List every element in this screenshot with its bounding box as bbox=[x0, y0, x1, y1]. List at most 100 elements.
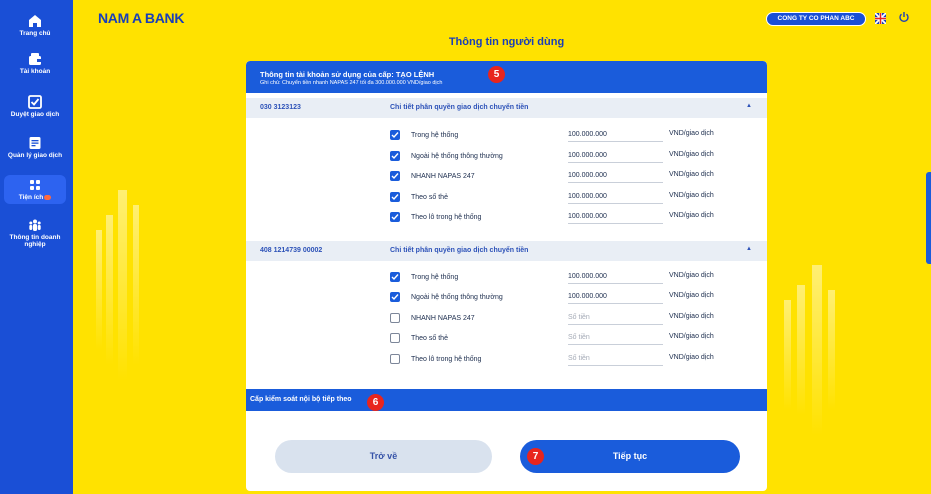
decor-bar bbox=[812, 265, 822, 435]
permission-checkbox[interactable] bbox=[390, 151, 400, 161]
sidebar-item-manage[interactable]: Quản lý giao dịch bbox=[4, 136, 66, 159]
account-detail-label: Chi tiết phân quyền giao dịch chuyển tiề… bbox=[390, 247, 529, 254]
amount-input[interactable]: 100.000.000 bbox=[568, 192, 663, 204]
uk-flag-icon[interactable] bbox=[875, 13, 886, 24]
continue-button[interactable]: Tiếp tục bbox=[520, 440, 740, 473]
sidebar-item-label: Trang chủ bbox=[19, 30, 51, 37]
page-title: Thông tin người dùng bbox=[448, 36, 565, 48]
decor-bar bbox=[96, 230, 102, 350]
account-header[interactable]: 408 1214739 00002 Chi tiết phân quyền gi… bbox=[246, 241, 767, 261]
next-control-level-header[interactable]: Cấp kiểm soát nội bộ tiếp theo bbox=[246, 389, 767, 411]
account-level-note: Ghi chú: Chuyển tiền nhanh NAPAS 247 tối… bbox=[260, 80, 443, 86]
unit-label: VND/giao dịch bbox=[669, 292, 714, 299]
home-icon bbox=[29, 15, 41, 27]
permission-checkbox[interactable] bbox=[390, 333, 400, 343]
permission-row: Theo số thẻ Số tiền VND/giao dịch bbox=[390, 331, 730, 347]
sidebar-item-label: Duyệt giao dịch bbox=[10, 111, 60, 118]
check-icon bbox=[391, 294, 399, 301]
permission-label: NHANH NAPAS 247 bbox=[411, 315, 475, 322]
permission-row: NHANH NAPAS 247 100.000.000 VND/giao dịc… bbox=[390, 169, 730, 185]
permission-label: Theo lô trong hệ thống bbox=[411, 214, 482, 221]
account-number: 408 1214739 00002 bbox=[260, 247, 323, 254]
company-selector[interactable]: CONG TY CO PHAN ABC bbox=[766, 12, 866, 26]
users-icon bbox=[29, 219, 41, 231]
unit-label: VND/giao dịch bbox=[669, 151, 714, 158]
permission-label: NHANH NAPAS 247 bbox=[411, 173, 475, 180]
side-tab-handle[interactable] bbox=[926, 172, 931, 264]
sidebar-item-approve[interactable]: Duyệt giao dịch bbox=[4, 95, 66, 118]
unit-label: VND/giao dịch bbox=[669, 272, 714, 279]
permission-label: Theo số thẻ bbox=[411, 335, 448, 342]
account-detail-label: Chi tiết phân quyền giao dịch chuyển tiề… bbox=[390, 104, 529, 111]
step-badge-6: 6 bbox=[367, 394, 384, 411]
amount-input[interactable]: 100.000.000 bbox=[568, 130, 663, 142]
permission-row: Trong hệ thống 100.000.000 VND/giao dịch bbox=[390, 270, 730, 286]
sidebar: Trang chủ Tài khoản Duyệt giao dịch Quản… bbox=[0, 0, 73, 494]
power-icon[interactable] bbox=[898, 11, 910, 23]
check-icon bbox=[391, 194, 399, 201]
bank-logo: NAM A BANK bbox=[98, 10, 185, 26]
unit-label: VND/giao dịch bbox=[669, 192, 714, 199]
permission-checkbox[interactable] bbox=[390, 212, 400, 222]
unit-label: VND/giao dịch bbox=[669, 333, 714, 340]
document-icon bbox=[29, 137, 41, 149]
permission-row: Trong hệ thống 100.000.000 VND/giao dịch bbox=[390, 128, 730, 144]
sidebar-item-accounts[interactable]: Tài khoản bbox=[4, 52, 66, 75]
user-info-card: Thông tin tài khoản sử dụng của cấp: TẠO… bbox=[246, 61, 767, 491]
permission-label: Trong hệ thống bbox=[411, 274, 459, 281]
account-number: 030 3123123 bbox=[260, 104, 301, 111]
amount-input[interactable]: 100.000.000 bbox=[568, 171, 663, 183]
permission-checkbox[interactable] bbox=[390, 272, 400, 282]
unit-label: VND/giao dịch bbox=[669, 313, 714, 320]
permission-checkbox[interactable] bbox=[390, 292, 400, 302]
permission-label: Ngoài hệ thống thông thường bbox=[411, 294, 503, 301]
permission-checkbox[interactable] bbox=[390, 354, 400, 364]
check-icon bbox=[391, 173, 399, 180]
step-badge-7: 7 bbox=[527, 448, 544, 465]
wallet-icon bbox=[29, 53, 41, 65]
account-header[interactable]: 030 3123123 Chi tiết phân quyền giao dịc… bbox=[246, 98, 767, 118]
amount-input[interactable]: Số tiền bbox=[568, 313, 663, 325]
amount-input[interactable]: 100.000.000 bbox=[568, 212, 663, 224]
unit-label: VND/giao dịch bbox=[669, 354, 714, 361]
chevron-up-icon[interactable]: ▲ bbox=[746, 103, 752, 109]
step-badge-5: 5 bbox=[488, 66, 505, 83]
sidebar-item-label: Quản lý giao dịch bbox=[7, 152, 63, 159]
permission-checkbox[interactable] bbox=[390, 192, 400, 202]
unit-label: VND/giao dịch bbox=[669, 130, 714, 137]
account-level-title: Thông tin tài khoản sử dụng của cấp: TẠO… bbox=[260, 70, 435, 79]
permission-label: Ngoài hệ thống thông thường bbox=[411, 153, 503, 160]
amount-input[interactable]: Số tiền bbox=[568, 333, 663, 345]
amount-input[interactable]: 100.000.000 bbox=[568, 292, 663, 304]
check-icon bbox=[391, 153, 399, 160]
permission-row: Theo lô trong hệ thống Số tiền VND/giao … bbox=[390, 352, 730, 368]
permission-checkbox[interactable] bbox=[390, 313, 400, 323]
check-icon bbox=[391, 132, 399, 139]
permission-row: NHANH NAPAS 247 Số tiền VND/giao dịch bbox=[390, 311, 730, 327]
amount-input[interactable]: Số tiền bbox=[568, 354, 663, 366]
permission-label: Theo lô trong hệ thống bbox=[411, 356, 482, 363]
back-button[interactable]: Trở về bbox=[275, 440, 492, 473]
permission-checkbox[interactable] bbox=[390, 171, 400, 181]
decor-bar bbox=[828, 290, 835, 410]
grid-icon bbox=[30, 180, 40, 190]
permission-row: Ngoài hệ thống thông thường 100.000.000 … bbox=[390, 149, 730, 165]
permission-checkbox[interactable] bbox=[390, 130, 400, 140]
sidebar-item-label: Thông tin doanh bbox=[9, 234, 61, 241]
new-badge bbox=[44, 194, 52, 200]
decor-bar bbox=[106, 215, 113, 365]
sidebar-item-utilities[interactable]: Tiện ích bbox=[4, 175, 66, 204]
unit-label: VND/giao dịch bbox=[669, 171, 714, 178]
amount-input[interactable]: 100.000.000 bbox=[568, 151, 663, 163]
permission-label: Theo số thẻ bbox=[411, 194, 448, 201]
permission-row: Theo lô trong hệ thống 100.000.000 VND/g… bbox=[390, 210, 730, 226]
amount-input[interactable]: 100.000.000 bbox=[568, 272, 663, 284]
permission-label: Trong hệ thống bbox=[411, 132, 459, 139]
chevron-up-icon[interactable]: ▲ bbox=[746, 246, 752, 252]
permission-row: Ngoài hệ thống thông thường 100.000.000 … bbox=[390, 290, 730, 306]
decor-bar bbox=[784, 300, 791, 410]
sidebar-item-company-info[interactable]: Thông tin doanh nghiệp bbox=[4, 218, 66, 248]
decor-bar bbox=[118, 190, 127, 380]
check-icon bbox=[391, 214, 399, 221]
sidebar-item-home[interactable]: Trang chủ bbox=[4, 14, 66, 37]
